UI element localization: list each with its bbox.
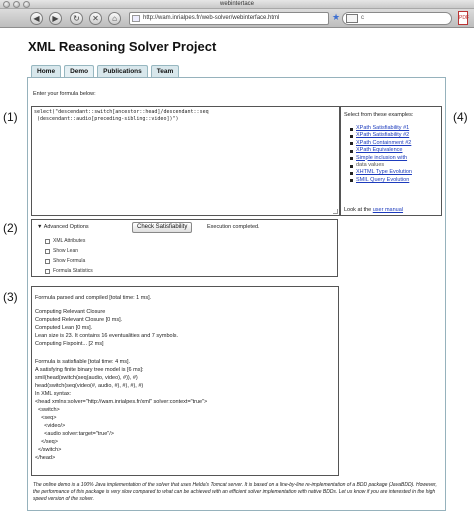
output-line: Computed Lean [0 ms]. xyxy=(35,325,93,331)
show-formula-label: Show Formula xyxy=(53,258,86,264)
window-title: webintertace xyxy=(219,1,255,7)
tab-team[interactable]: Team xyxy=(150,65,180,77)
bookmark-star-icon[interactable]: ★ xyxy=(332,11,340,24)
show-lean-label: Show Lean xyxy=(53,248,79,254)
show-lean-checkbox[interactable] xyxy=(45,248,50,254)
output-line: <video/> xyxy=(35,423,66,429)
examples-panel: Select from these examples: XPath Satisf… xyxy=(340,106,442,216)
home-icon[interactable]: ⌂ xyxy=(108,12,121,25)
check-satisfiability-button[interactable]: Check Satisfiability xyxy=(132,222,193,233)
pdf-icon[interactable]: PDF xyxy=(458,11,469,25)
window-titlebar: webintertace xyxy=(0,0,474,9)
output-line: </head> xyxy=(35,455,56,461)
option-show-lean[interactable]: Show Lean xyxy=(45,248,78,254)
show-formula-checkbox[interactable] xyxy=(45,258,50,264)
output-line: In XML syntax: xyxy=(35,391,72,397)
output-line: Formula is satisfiable [total time: 4 ms… xyxy=(35,359,131,365)
browser-toolbar: ◀ ▶ ↻ ✕ ⌂ http://wam.inrialpes.fr/web-so… xyxy=(0,9,474,28)
output-line: Lean size is 23. It contains 16 eventual… xyxy=(35,333,179,339)
user-manual-link[interactable]: user manual xyxy=(373,207,403,213)
options-panel: ▼ Advanced Options Check Satisfiability … xyxy=(31,219,338,277)
examples-list: XPath Satisfiability #1 XPath Satisfiabi… xyxy=(350,125,412,184)
reload-icon[interactable]: ↻ xyxy=(70,12,83,25)
stop-icon[interactable]: ✕ xyxy=(89,12,102,25)
xml-attributes-checkbox[interactable] xyxy=(45,238,50,244)
callout-4: (4) xyxy=(453,110,468,124)
back-icon[interactable]: ◀ xyxy=(30,12,43,25)
tab-demo[interactable]: Demo xyxy=(64,65,95,77)
formula-statistics-label: Formula Statistics xyxy=(53,268,93,274)
example-link-xpath-satisfiability-1[interactable]: XPath Satisfiability #1 xyxy=(350,125,412,132)
advanced-options-label: Advanced Options xyxy=(43,224,89,230)
advanced-options-toggle[interactable]: ▼ Advanced Options xyxy=(37,224,89,230)
example-link-simple-inclusion[interactable]: Simple inclusion with xyxy=(350,155,412,162)
output-line: </switch> xyxy=(35,447,62,453)
formula-text: select("descendant::switch[ancestor::hea… xyxy=(34,109,209,122)
search-engine-icon[interactable] xyxy=(346,14,358,23)
example-link-smil-query-evolution[interactable]: SMIL Query Evolution xyxy=(350,177,412,184)
example-link-xpath-containment[interactable]: XPath Containment #2 xyxy=(350,140,412,147)
example-link-xpath-equivalence[interactable]: XPath Equivalence xyxy=(350,147,412,154)
output-line: head(switch(seq(video(#, audio, #), #), … xyxy=(35,383,144,389)
output-line: smil(head(switch(seq(audio, video), #)),… xyxy=(35,375,138,381)
formula-statistics-checkbox[interactable] xyxy=(45,268,50,274)
page-title: XML Reasoning Solver Project xyxy=(28,39,217,54)
search-field[interactable]: c xyxy=(342,12,452,25)
formula-label: Enter your formula below: xyxy=(33,91,96,97)
output-line: <audio solver:target="true"/> xyxy=(35,431,114,437)
xml-attributes-label: XML Attributes xyxy=(53,238,86,244)
tab-home[interactable]: Home xyxy=(31,65,62,77)
search-query: c xyxy=(361,15,364,21)
output-line: Formula parsed and compiled [total time:… xyxy=(35,295,152,301)
option-xml-attributes[interactable]: XML Attributes xyxy=(45,238,85,244)
tab-publications[interactable]: Publications xyxy=(97,65,148,77)
output-line: Computed Relevant Closure [0 ms]. xyxy=(35,317,123,323)
output-line: Computing Fixpoint... [2 ms] xyxy=(35,341,104,347)
examples-title: Select from these examples: xyxy=(344,112,414,118)
example-link-data-values[interactable]: data values xyxy=(350,162,412,169)
option-formula-statistics[interactable]: Formula Statistics xyxy=(45,268,93,274)
output-line: A satisfying finite binary tree model is… xyxy=(35,367,144,373)
address-url: http://wam.inrialpes.fr/web-solver/webin… xyxy=(143,15,280,21)
execution-status: Execution completed. xyxy=(207,224,260,230)
example-link-xhtml-type-evolution[interactable]: XHTML Type Evolution xyxy=(350,169,412,176)
examples-footer: Look at the user manual xyxy=(344,207,403,213)
callout-3: (3) xyxy=(3,290,18,304)
option-show-formula[interactable]: Show Formula xyxy=(45,258,85,264)
resize-grip-icon[interactable] xyxy=(333,209,338,214)
output-line: <switch> xyxy=(35,407,60,413)
implementation-notice: The online demo is a 100% Java implement… xyxy=(33,482,437,503)
output-line: <seq> xyxy=(35,415,57,421)
callout-1: (1) xyxy=(3,110,18,124)
callout-2: (2) xyxy=(3,221,18,235)
page-favicon-icon xyxy=(132,15,140,22)
example-link-xpath-satisfiability-2[interactable]: XPath Satisfiability #2 xyxy=(350,132,412,139)
output-line: </seq> xyxy=(35,439,58,445)
footer-prefix: Look at the xyxy=(344,207,372,213)
output-line: <head xmlns:solver="http://wam.inrialpes… xyxy=(35,399,208,405)
output-line: Computing Relevant Closure xyxy=(35,309,106,315)
forward-icon[interactable]: ▶ xyxy=(49,12,62,25)
output-panel: Formula parsed and compiled [total time:… xyxy=(31,286,339,476)
address-bar[interactable]: http://wam.inrialpes.fr/web-solver/webin… xyxy=(129,12,329,25)
nav-tabs: Home Demo Publications Team xyxy=(31,65,182,77)
formula-input[interactable]: select("descendant::switch[ancestor::hea… xyxy=(31,106,340,216)
triangle-down-icon: ▼ xyxy=(37,224,43,230)
